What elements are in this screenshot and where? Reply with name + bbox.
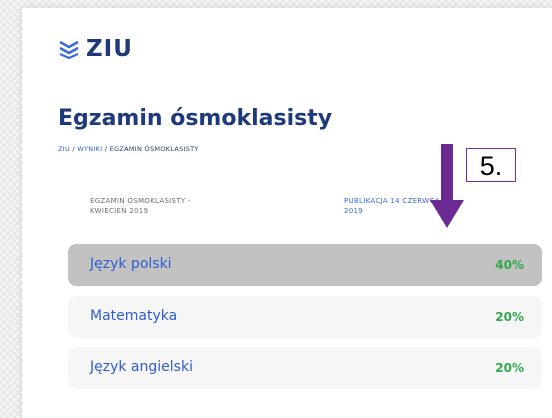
down-arrow-icon: [430, 144, 464, 228]
exam-name-line-1: EGZAMIN ÓSMOKLASISTY -: [90, 197, 191, 205]
subject-name: Język angielski: [90, 359, 193, 375]
breadcrumb: ZIU / WYNIKI / EGZAMIN ÓSMOKLASISTY: [58, 145, 199, 153]
subject-score: 20%: [495, 310, 524, 324]
subject-name: Język polski: [90, 256, 172, 272]
subject-row-polish[interactable]: Język polski 40%: [68, 244, 542, 286]
page-title: Egzamin ósmoklasisty: [58, 106, 333, 131]
ziu-logo[interactable]: ZIU: [58, 36, 133, 62]
exam-name-line-2: KWIECIEŃ 2019: [90, 207, 149, 215]
step-number-label: 5.: [466, 148, 516, 182]
breadcrumb-ziu-link[interactable]: ZIU: [58, 145, 70, 153]
subject-row-math[interactable]: Matematyka 20%: [68, 296, 542, 338]
breadcrumb-results-link[interactable]: WYNIKI: [77, 145, 102, 153]
exam-name: EGZAMIN ÓSMOKLASISTY - KWIECIEŃ 2019: [90, 196, 280, 216]
ziu-logo-icon: [59, 40, 79, 59]
logo-text: ZIU: [86, 36, 133, 62]
subject-row-english[interactable]: Język angielski 20%: [68, 347, 542, 389]
subject-score: 20%: [495, 361, 524, 375]
subject-name: Matematyka: [90, 308, 178, 324]
subject-score: 40%: [495, 258, 524, 272]
breadcrumb-current: / EGZAMIN ÓSMOKLASISTY: [102, 145, 199, 153]
